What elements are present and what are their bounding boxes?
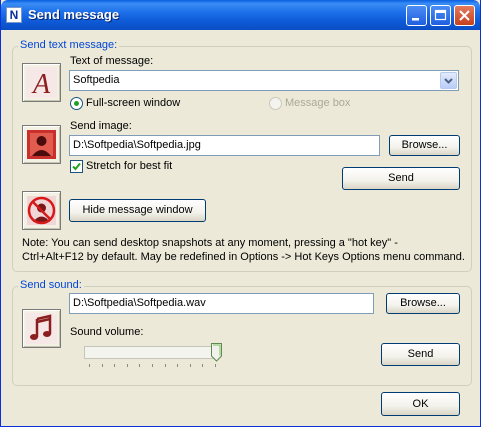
stretch-checkbox[interactable] <box>70 160 83 173</box>
volume-tick <box>152 364 153 367</box>
volume-tick <box>189 364 191 367</box>
person-image-icon <box>27 130 56 159</box>
title-bar[interactable]: N Send message <box>1 0 480 30</box>
chevron-down-icon <box>444 78 453 84</box>
sound-browse-button[interactable]: Browse... <box>386 293 460 314</box>
send-sound-button[interactable]: Send <box>381 343 460 366</box>
letter-a-icon: A <box>26 67 57 98</box>
close-button[interactable] <box>454 5 475 26</box>
svg-text:A: A <box>31 69 51 98</box>
volume-tick <box>89 364 90 367</box>
ok-button[interactable]: OK <box>381 392 460 416</box>
volume-tick <box>202 364 204 367</box>
hotkey-note-line1: Note: You can send desktop snapshots at … <box>22 237 398 249</box>
letter-icon-box: A <box>22 63 61 102</box>
text-of-message-label: Text of message: <box>70 55 154 67</box>
volume-tick <box>139 364 141 367</box>
messagebox-radio-label[interactable]: Message box <box>285 97 350 109</box>
checkmark-icon <box>72 162 81 171</box>
close-icon <box>459 10 470 21</box>
fullscreen-radio-label[interactable]: Full-screen window <box>86 97 180 109</box>
message-text-value: Softpedia <box>73 74 120 86</box>
send-image-button[interactable]: Send <box>342 167 460 190</box>
image-path-value: D:\Softpedia\Softpedia.jpg <box>73 139 201 151</box>
send-message-window: N Send message Send text message: A Text… <box>0 0 481 427</box>
volume-slider-thumb[interactable] <box>211 343 222 362</box>
fullscreen-radio[interactable] <box>70 97 83 110</box>
volume-tick <box>126 364 128 367</box>
messagebox-radio[interactable] <box>269 97 282 110</box>
hide-icon-box <box>22 191 61 230</box>
hotkey-note-line2: Ctrl+Alt+F12 by default. May be redefine… <box>22 251 465 263</box>
send-text-legend: Send text message: <box>18 39 120 51</box>
maximize-icon <box>434 9 447 21</box>
image-path-input[interactable]: D:\Softpedia\Softpedia.jpg <box>69 135 380 156</box>
sound-path-value: D:\Softpedia\Softpedia.wav <box>73 297 206 309</box>
volume-tick <box>164 364 166 367</box>
sound-icon-box <box>22 309 61 348</box>
hide-image-icon <box>27 196 56 225</box>
volume-tick <box>101 364 103 367</box>
minimize-button[interactable] <box>406 5 427 26</box>
volume-tick <box>114 364 116 367</box>
maximize-button[interactable] <box>430 5 451 26</box>
stretch-label[interactable]: Stretch for best fit <box>86 160 172 172</box>
send-image-label: Send image: <box>70 120 132 132</box>
minimize-icon <box>412 18 419 21</box>
send-sound-legend: Send sound: <box>18 279 84 291</box>
music-note-icon <box>26 313 57 344</box>
image-icon-box <box>22 125 61 164</box>
volume-tick <box>177 364 179 367</box>
app-icon: N <box>6 7 22 23</box>
hide-message-window-button[interactable]: Hide message window <box>69 199 206 222</box>
combo-dropdown-button[interactable] <box>440 72 457 89</box>
image-browse-button[interactable]: Browse... <box>389 135 460 156</box>
volume-slider[interactable] <box>84 346 217 359</box>
sound-path-input[interactable]: D:\Softpedia\Softpedia.wav <box>69 293 374 314</box>
volume-tick <box>215 364 216 367</box>
message-text-combo[interactable]: Softpedia <box>69 70 459 91</box>
window-title: Send message <box>28 7 120 22</box>
sound-volume-label: Sound volume: <box>70 326 144 338</box>
